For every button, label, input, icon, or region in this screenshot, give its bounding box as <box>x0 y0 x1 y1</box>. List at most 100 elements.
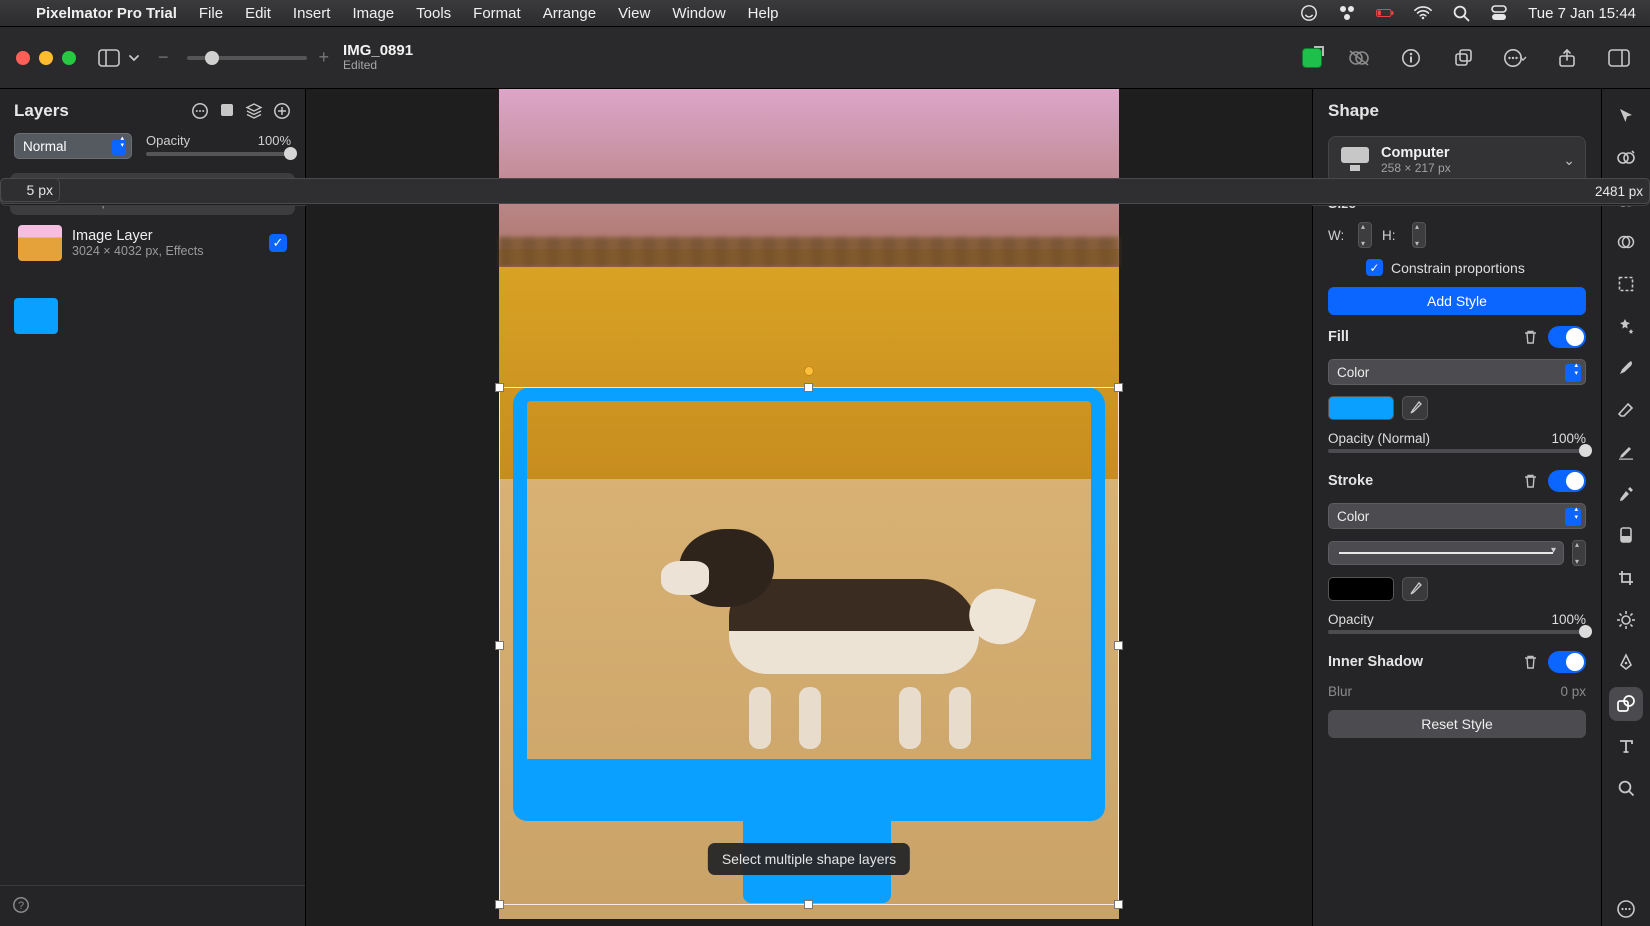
constrain-checkbox[interactable]: ✓ <box>1366 259 1383 276</box>
menu-view[interactable]: View <box>618 5 650 22</box>
tool-repair[interactable] <box>1609 309 1643 343</box>
sidebar-toggle-button[interactable] <box>94 43 124 73</box>
wifi-icon[interactable] <box>1414 4 1432 22</box>
tool-zoom[interactable] <box>1609 771 1643 805</box>
fill-opacity-label[interactable]: Opacity (Normal) <box>1328 431 1430 446</box>
menu-format[interactable]: Format <box>473 5 521 22</box>
stroke-color-picker-icon[interactable] <box>1402 577 1428 601</box>
menu-help[interactable]: Help <box>748 5 779 22</box>
stroke-opacity-slider[interactable] <box>1328 630 1586 634</box>
stroke-toggle[interactable] <box>1548 470 1586 492</box>
tool-selection[interactable] <box>1609 267 1643 301</box>
fill-color-picker-icon[interactable] <box>1402 396 1428 420</box>
document-title[interactable]: IMG_0891 Edited <box>343 43 413 71</box>
spotlight-icon[interactable] <box>1452 4 1470 22</box>
window-zoom[interactable] <box>62 51 76 65</box>
fill-type-select[interactable]: Color <box>1328 359 1586 385</box>
height-field[interactable]: 2481 px <box>1312 178 1601 204</box>
computer-shape-icon <box>1339 147 1371 173</box>
layers-add-icon[interactable] <box>273 102 291 120</box>
add-style-button[interactable]: Add Style <box>1328 287 1586 315</box>
fill-toggle[interactable] <box>1548 326 1586 348</box>
zoom-minus[interactable]: − <box>158 47 169 68</box>
menu-arrange[interactable]: Arrange <box>543 5 596 22</box>
tool-arrange[interactable] <box>1609 99 1643 133</box>
fill-opacity-value: 100% <box>1551 431 1586 446</box>
chevron-down-icon: ⌄ <box>1563 152 1575 169</box>
stroke-delete-icon[interactable] <box>1523 473 1538 489</box>
tool-paint[interactable] <box>1609 351 1643 385</box>
battery-icon[interactable] <box>1376 4 1394 22</box>
height-stepper[interactable] <box>1412 222 1426 248</box>
more-options-button[interactable] <box>1500 43 1530 73</box>
tool-crop[interactable] <box>1609 561 1643 595</box>
canvas-tooltip: Select multiple shape layers <box>708 843 910 875</box>
window-minimize[interactable] <box>39 51 53 65</box>
blend-mode-select[interactable]: Normal <box>14 133 132 159</box>
reset-style-button[interactable]: Reset Style <box>1328 710 1586 738</box>
menubar-clock[interactable]: Tue 7 Jan 15:44 <box>1528 5 1636 22</box>
tool-type[interactable] <box>1609 729 1643 763</box>
layers-options-icon[interactable] <box>191 102 209 120</box>
rotation-handle[interactable] <box>804 366 814 376</box>
app-name-menu[interactable]: Pixelmator Pro Trial <box>36 5 177 22</box>
layers-view-thumb-icon[interactable] <box>219 102 235 120</box>
tool-fill[interactable] <box>1609 519 1643 553</box>
stroke-color-swatch[interactable] <box>1328 577 1394 601</box>
tool-color-picker[interactable] <box>1609 477 1643 511</box>
stroke-type-select[interactable]: Color <box>1328 503 1586 529</box>
share-button[interactable] <box>1552 43 1582 73</box>
inner-shadow-toggle[interactable] <box>1548 651 1586 673</box>
selection-box[interactable] <box>499 387 1119 905</box>
fill-color-swatch[interactable] <box>1328 396 1394 420</box>
tool-light[interactable] <box>1609 603 1643 637</box>
layers-help-icon[interactable]: ? <box>12 896 30 914</box>
window-close[interactable] <box>16 51 30 65</box>
width-stepper[interactable] <box>1358 222 1372 248</box>
layer-opacity-slider[interactable] <box>146 152 291 156</box>
height-label: H: <box>1382 228 1402 243</box>
stroke-width-stepper[interactable] <box>1572 540 1586 566</box>
control-center-icon[interactable] <box>1490 4 1508 22</box>
zoom-slider[interactable] <box>187 56 307 60</box>
menu-tools[interactable]: Tools <box>416 5 451 22</box>
svg-text:?: ? <box>18 900 24 912</box>
zoom-plus[interactable]: + <box>319 47 330 68</box>
tool-shape[interactable] <box>1609 687 1643 721</box>
fill-opacity-slider[interactable] <box>1328 449 1586 453</box>
tool-style[interactable] <box>1609 141 1643 175</box>
layer-name: Image Layer <box>72 228 259 244</box>
figma-status-icon[interactable] <box>1338 4 1356 22</box>
foreground-color-button[interactable] <box>1302 48 1322 68</box>
tool-erase[interactable] <box>1609 393 1643 427</box>
menu-window[interactable]: Window <box>672 5 725 22</box>
tool-more[interactable] <box>1609 892 1643 926</box>
info-button[interactable] <box>1396 43 1426 73</box>
layers-stack-icon[interactable] <box>245 102 263 120</box>
layer-visibility-checkbox[interactable]: ✓ <box>269 234 287 252</box>
tool-pen[interactable] <box>1609 645 1643 679</box>
sidebar-options-chevron-icon[interactable] <box>124 43 144 73</box>
effects-browser-button[interactable] <box>1344 43 1374 73</box>
inner-shadow-title: Inner Shadow <box>1328 654 1423 670</box>
shape-preset-selector[interactable]: Computer 258 × 217 px ⌄ <box>1328 136 1586 184</box>
document-name: IMG_0891 <box>343 43 413 59</box>
stroke-style-select[interactable] <box>1328 541 1564 565</box>
menu-file[interactable]: File <box>199 5 223 22</box>
menu-edit[interactable]: Edit <box>245 5 271 22</box>
shape-dimensions: 258 × 217 px <box>1381 161 1451 175</box>
tool-retouch[interactable] <box>1609 435 1643 469</box>
fill-delete-icon[interactable] <box>1523 329 1538 345</box>
blur-value: 0 px <box>1560 684 1586 699</box>
inspector-toggle-button[interactable] <box>1604 43 1634 73</box>
canvas-artboard[interactable]: Select multiple shape layers <box>499 89 1119 919</box>
layer-row-image[interactable]: Image Layer 3024 × 4032 px, Effects ✓ <box>10 219 295 267</box>
duplicate-button[interactable] <box>1448 43 1478 73</box>
blend-mode-value: Normal <box>23 139 67 154</box>
inner-shadow-delete-icon[interactable] <box>1523 654 1538 670</box>
menu-insert[interactable]: Insert <box>293 5 331 22</box>
menu-image[interactable]: Image <box>352 5 394 22</box>
cc-status-icon[interactable] <box>1300 4 1318 22</box>
layers-panel-title: Layers <box>14 101 69 121</box>
tool-effects[interactable] <box>1609 225 1643 259</box>
